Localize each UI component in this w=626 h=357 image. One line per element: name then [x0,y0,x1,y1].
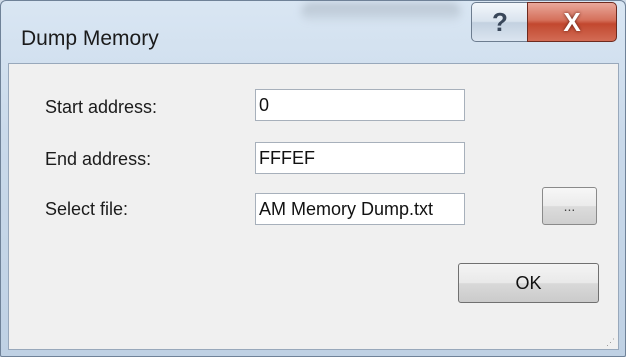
help-icon: ? [492,6,508,37]
select-file-input[interactable] [255,193,465,225]
end-address-input[interactable] [255,142,465,174]
resize-grip[interactable]: ⋰ [606,337,616,347]
close-icon: X [563,6,581,37]
browse-button[interactable]: ... [542,187,597,225]
start-address-input[interactable] [255,89,465,121]
dump-memory-dialog: Dump Memory ? X Start address: End addre… [0,0,626,357]
ok-button[interactable]: OK [458,263,599,303]
window-title: Dump Memory [21,27,159,50]
dialog-body: Start address: End address: Select file:… [8,63,619,350]
title-bar-blur [301,3,461,21]
start-address-label: Start address: [45,97,158,117]
close-button[interactable]: X [527,2,617,42]
end-address-label: End address: [45,149,152,169]
select-file-label: Select file: [45,199,129,219]
help-button[interactable]: ? [471,2,529,42]
